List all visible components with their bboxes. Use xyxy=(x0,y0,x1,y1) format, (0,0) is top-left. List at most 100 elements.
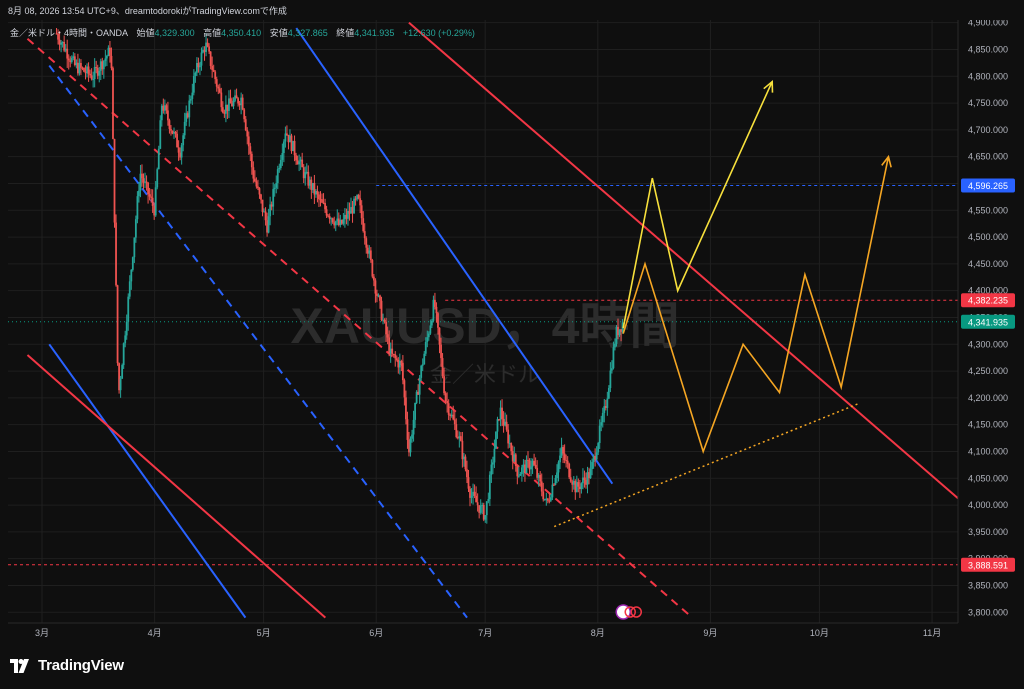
candle-body xyxy=(130,269,133,282)
candle-body xyxy=(556,472,558,479)
candle-body xyxy=(191,92,194,99)
candle-body xyxy=(199,65,201,68)
y-tick-label: 4,050.000 xyxy=(968,473,1008,483)
chart-frame[interactable]: XAUUSD，4時間金／米ドル3,800.0003,850.0003,900.0… xyxy=(0,20,1024,645)
footer-bar: TradingView xyxy=(0,645,1024,689)
candle-body xyxy=(569,477,572,482)
candle-body xyxy=(252,167,255,179)
candle-body xyxy=(304,172,307,179)
candle-body xyxy=(420,365,423,378)
price-chart[interactable]: XAUUSD，4時間金／米ドル3,800.0003,850.0003,900.0… xyxy=(0,20,1024,645)
open-label: 始値 xyxy=(136,28,155,38)
candle-body xyxy=(525,459,528,474)
candle-body xyxy=(112,68,114,139)
candle-body xyxy=(549,497,552,501)
y-tick-label: 4,750.000 xyxy=(968,98,1008,108)
symbol-description[interactable]: 金／米ドル・4時間・OANDA xyxy=(10,28,128,38)
candle-body xyxy=(427,333,430,338)
candle-body xyxy=(414,402,416,420)
candle-body xyxy=(257,186,259,189)
candle-body xyxy=(124,335,127,344)
candle-body xyxy=(437,313,439,328)
tradingview-logo[interactable]: TradingView xyxy=(10,657,124,674)
candle-body xyxy=(365,238,368,248)
y-tick-label: 4,900.000 xyxy=(968,20,1008,28)
candle-body xyxy=(589,469,592,479)
candle-body xyxy=(159,120,162,149)
candle-body xyxy=(493,448,496,463)
candle-body xyxy=(369,250,372,261)
candle-body xyxy=(470,495,473,498)
candle-body xyxy=(353,198,355,214)
y-tick-label: 4,700.000 xyxy=(968,125,1008,135)
candle-body xyxy=(275,183,278,188)
candle-body xyxy=(362,218,365,232)
candle-body xyxy=(488,474,491,500)
symbol-legend: 金／米ドル・4時間・OANDA 始値4,329.300 高値4,350.410 … xyxy=(10,26,475,39)
candle-body xyxy=(577,482,580,487)
candle-body xyxy=(380,300,383,321)
close-label: 終値 xyxy=(336,28,355,38)
candle-body xyxy=(246,130,249,137)
close-value: 4,341.935 xyxy=(354,28,395,38)
candle-body xyxy=(324,203,326,210)
candle-body xyxy=(273,187,276,190)
candle-body xyxy=(194,72,197,76)
candle-body xyxy=(609,370,612,389)
candle-body xyxy=(331,218,334,223)
candle-body xyxy=(453,419,456,425)
candle-body xyxy=(385,321,387,335)
candle-body xyxy=(540,481,543,492)
candle-body xyxy=(487,499,490,502)
candle-body xyxy=(464,456,467,470)
candle-body xyxy=(342,219,345,224)
y-tick-label: 4,200.000 xyxy=(968,393,1008,403)
candle-body xyxy=(423,353,426,365)
candle-body xyxy=(212,69,215,72)
candle-body xyxy=(479,505,482,513)
candle-body xyxy=(138,190,140,197)
candle-body xyxy=(249,146,252,154)
candle-body xyxy=(168,120,171,129)
candle-body xyxy=(261,199,264,212)
x-tick-label: 4月 xyxy=(148,628,162,638)
candle-body xyxy=(80,62,82,68)
x-tick-label: 8月 xyxy=(591,628,605,638)
y-tick-label: 4,150.000 xyxy=(968,420,1008,430)
candle-body xyxy=(127,296,130,322)
candle-body xyxy=(104,58,107,61)
candle-body xyxy=(128,281,131,297)
candle-body xyxy=(548,500,551,502)
candle-body xyxy=(467,477,470,489)
candle-body xyxy=(167,110,169,121)
candle-body xyxy=(282,141,285,154)
candle-body xyxy=(125,321,128,336)
y-tick-label: 4,000.000 xyxy=(968,500,1008,510)
price-tag-label: 3,888.591 xyxy=(968,560,1008,570)
candle-body xyxy=(237,98,239,104)
candle-body xyxy=(539,474,542,482)
candle-body xyxy=(405,397,407,420)
candle-body xyxy=(372,276,375,281)
candle-body xyxy=(131,257,134,270)
y-tick-label: 4,850.000 xyxy=(968,44,1008,54)
candle-body xyxy=(325,209,328,216)
candle-body xyxy=(154,187,157,216)
candle-body xyxy=(87,66,90,74)
candle-body xyxy=(89,73,91,76)
candle-body xyxy=(600,422,603,426)
candle-body xyxy=(447,403,450,415)
candle-body xyxy=(394,354,397,359)
candle-body xyxy=(438,327,441,345)
candle-body xyxy=(90,75,93,80)
y-tick-label: 4,250.000 xyxy=(968,366,1008,376)
candle-body xyxy=(435,306,438,314)
candle-body xyxy=(133,237,136,258)
candle-body xyxy=(147,182,149,195)
low-label: 安値 xyxy=(269,28,288,38)
candle-body xyxy=(113,138,116,223)
candle-body xyxy=(583,477,586,480)
tradingview-logo-icon xyxy=(10,658,29,673)
candle-body xyxy=(156,169,159,188)
candle-body xyxy=(426,337,429,342)
